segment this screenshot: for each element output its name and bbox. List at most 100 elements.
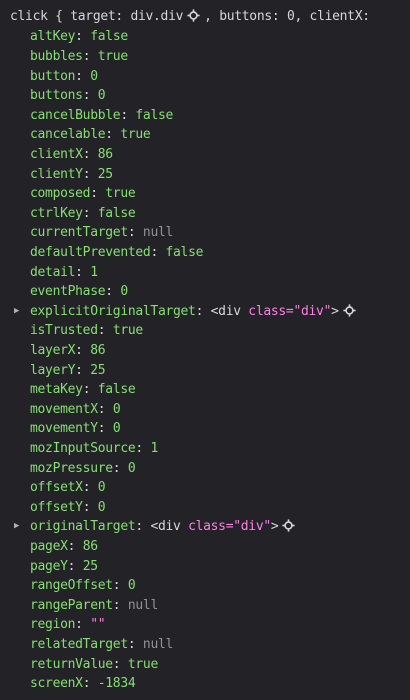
- buttons-value: 0,: [286, 9, 303, 24]
- property-value: 25: [82, 558, 98, 574]
- property-colon: :: [112, 656, 128, 672]
- inspect-node-icon[interactable]: [187, 9, 200, 22]
- property-value: 0: [97, 88, 106, 104]
- property-row[interactable]: ▶ explicitOriginalTarget: <div class="div…: [14, 302, 360, 322]
- property-colon: :: [67, 539, 83, 554]
- property-colon: :: [105, 127, 121, 143]
- property-colon: :: [112, 597, 128, 613]
- property-row: cancelBubble: false: [30, 106, 173, 126]
- property-key: currentTarget: [30, 225, 128, 241]
- property-key: pageX: [30, 539, 68, 554]
- property-colon: :: [82, 147, 98, 162]
- property-key: clientY: [30, 166, 83, 182]
- property-row: isTrusted: true: [30, 321, 143, 341]
- node-tag-close: >: [331, 303, 339, 319]
- property-colon: :: [82, 49, 98, 64]
- property-value: 0: [112, 401, 121, 417]
- property-key: eventPhase: [30, 284, 106, 300]
- property-row: clientY: 25: [30, 165, 113, 185]
- property-row: currentTarget: null: [30, 223, 173, 243]
- property-colon: :: [82, 166, 98, 182]
- property-key: composed: [30, 186, 91, 202]
- property-value: false: [135, 107, 174, 123]
- target-value[interactable]: div.div: [130, 9, 183, 24]
- property-value: 86: [97, 147, 113, 162]
- property-value: 0: [120, 284, 128, 300]
- property-row: region: "": [30, 615, 106, 635]
- property-row: bubbles: true: [30, 47, 128, 67]
- property-key: mozPressure: [30, 460, 113, 476]
- node-attr-value: "div": [293, 303, 332, 319]
- node-tag-open[interactable]: <div: [211, 304, 241, 319]
- property-key: ctrlKey: [30, 205, 83, 221]
- property-row: pageX: 86: [30, 537, 98, 557]
- property-colon: :: [127, 225, 143, 241]
- property-key: mozInputSource: [30, 441, 136, 456]
- property-key: bubbles: [30, 49, 83, 64]
- property-value: null: [127, 597, 158, 613]
- property-value: false: [90, 29, 128, 45]
- property-key: relatedTarget: [30, 637, 128, 652]
- property-colon: :: [82, 382, 98, 398]
- node-tag-close: >: [270, 519, 279, 535]
- property-key: defaultPrevented: [30, 245, 151, 260]
- inspect-node-icon[interactable]: [343, 304, 356, 317]
- property-colon: :: [105, 284, 121, 300]
- property-key: returnValue: [30, 656, 113, 672]
- property-row: movementY: 0: [30, 419, 121, 439]
- property-colon: :: [135, 441, 151, 456]
- property-value: true: [105, 186, 136, 202]
- comma: ,: [204, 9, 212, 24]
- property-row: button: 0: [30, 67, 98, 87]
- property-row: pageY: 25: [30, 557, 98, 577]
- property-key: pageY: [30, 558, 68, 574]
- property-row: movementX: 0: [30, 400, 121, 420]
- property-value: 1: [90, 264, 98, 280]
- property-colon: :: [112, 578, 128, 594]
- property-colon: :: [82, 676, 98, 692]
- property-value: 0: [127, 578, 136, 594]
- property-row: mozPressure: 0: [30, 459, 136, 479]
- event-summary-row[interactable]: ▾click { target: div.div, buttons: 0, cl…: [0, 7, 370, 27]
- inspect-node-icon[interactable]: [282, 519, 296, 532]
- property-row[interactable]: ▶ originalTarget: <div class="div">: [14, 517, 299, 537]
- node-tag-open[interactable]: <div: [150, 519, 180, 534]
- triangle-right-icon[interactable]: ▶: [14, 517, 30, 537]
- node-attr-value: "div": [233, 519, 271, 535]
- property-row: clientX: 86: [30, 145, 113, 165]
- buttons-key: buttons:: [219, 9, 280, 24]
- property-key: originalTarget: [30, 519, 136, 535]
- property-row: metaKey: false: [30, 380, 136, 400]
- property-value: -1834: [97, 676, 136, 692]
- property-row: altKey: false: [30, 27, 128, 47]
- property-colon: :: [97, 401, 113, 417]
- property-key: detail: [30, 264, 76, 280]
- property-key: layerX: [30, 343, 76, 358]
- property-value: false: [97, 382, 136, 398]
- property-colon: :: [135, 519, 151, 535]
- property-key: offsetX: [30, 480, 83, 496]
- property-key: region: [30, 617, 76, 633]
- property-value: 86: [82, 539, 98, 554]
- property-value: 1: [150, 441, 158, 456]
- property-colon: :: [97, 421, 113, 437]
- property-value: 0: [97, 499, 106, 515]
- property-key: buttons: [30, 88, 83, 104]
- property-key: cancelable: [30, 127, 106, 143]
- property-key: offsetY: [30, 499, 83, 515]
- property-key: rangeOffset: [30, 578, 113, 594]
- property-row: detail: 1: [30, 263, 98, 283]
- triangle-down-icon[interactable]: ▾: [0, 7, 10, 27]
- property-key: movementX: [30, 401, 98, 417]
- triangle-right-icon[interactable]: ▶: [14, 302, 30, 322]
- property-value: 86: [90, 343, 106, 358]
- event-name: click: [10, 9, 48, 24]
- property-row: layerY: 25: [30, 361, 106, 381]
- property-row: returnValue: true: [30, 655, 158, 675]
- property-key: metaKey: [30, 382, 83, 398]
- property-key: explicitOriginalTarget: [30, 303, 196, 319]
- property-colon: :: [112, 460, 128, 476]
- property-colon: :: [75, 343, 91, 358]
- property-key: altKey: [30, 29, 76, 45]
- property-colon: :: [195, 303, 211, 319]
